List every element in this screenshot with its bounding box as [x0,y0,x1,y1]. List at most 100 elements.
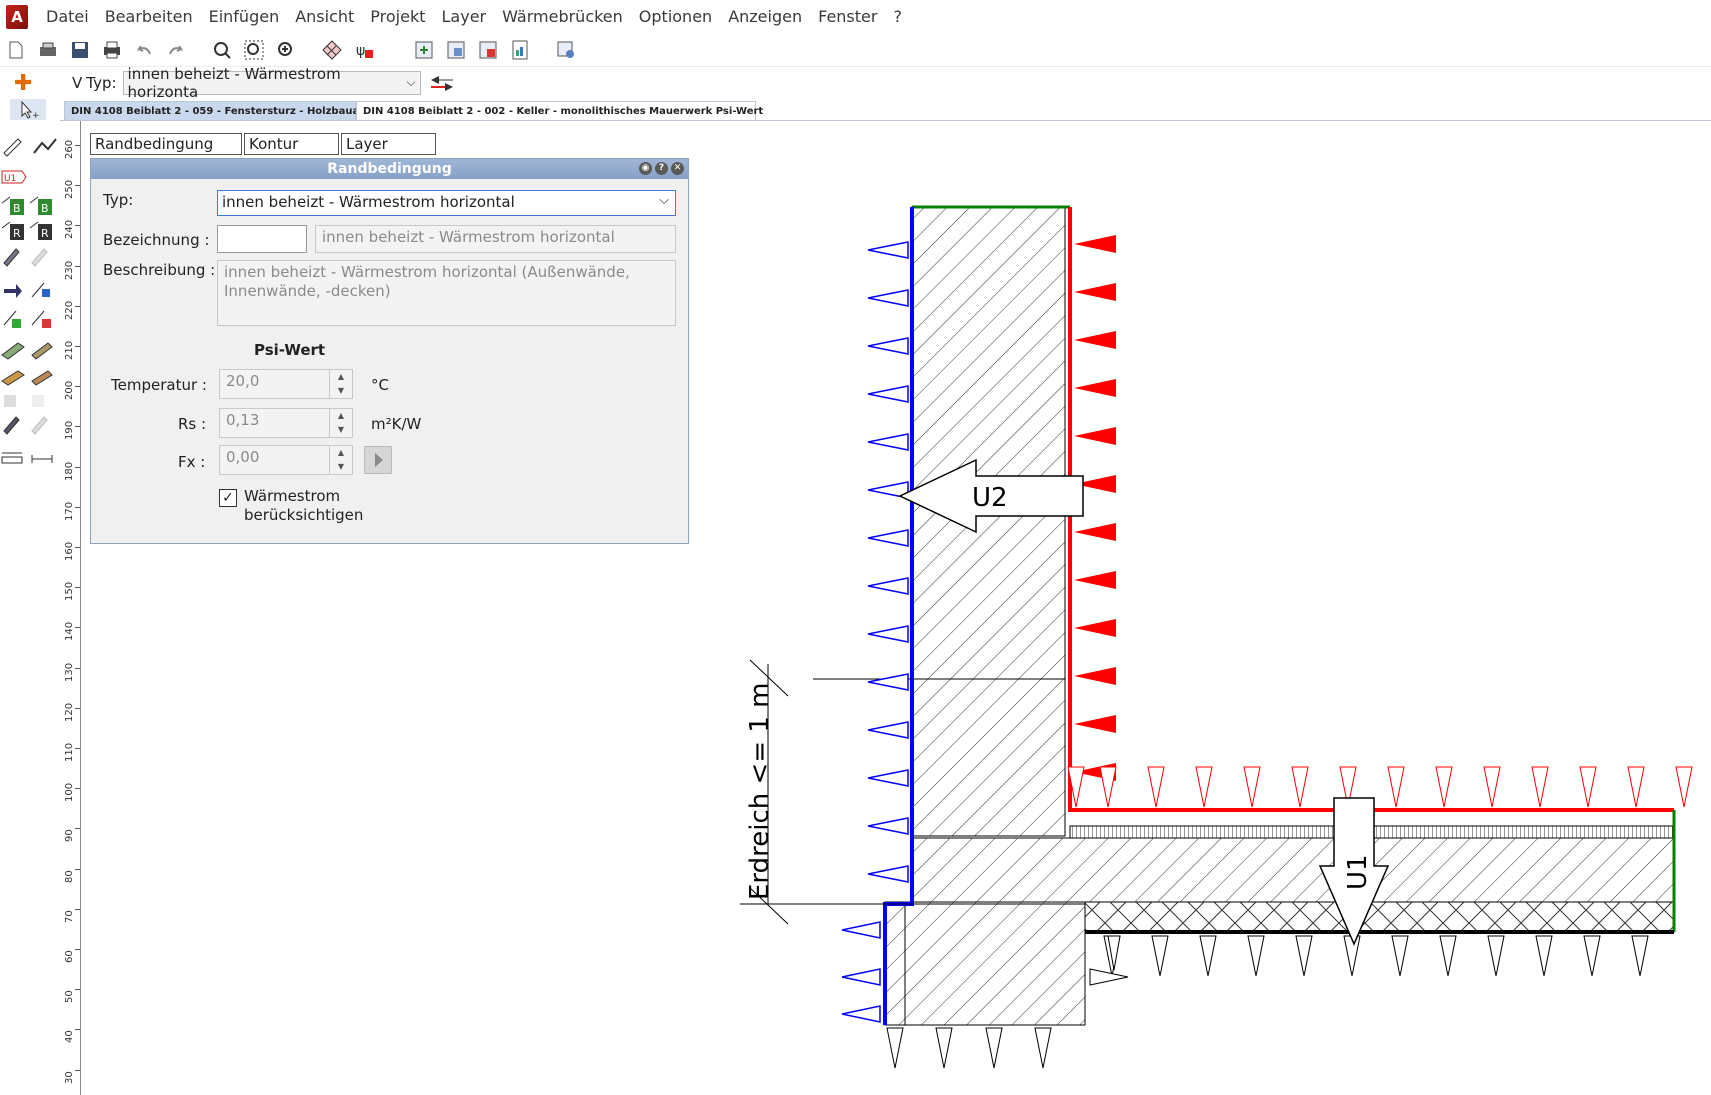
u2-label: U2 [972,483,1008,513]
inner-flux-arrow [1074,235,1116,253]
psi-wert-heading: Psi-Wert [254,341,326,359]
fx-apply-button[interactable] [364,446,392,474]
rs-unit: m²K/W [371,415,422,433]
rs-input[interactable]: 0,13 ▲ ▼ [219,408,353,438]
panel-title: Randbedingung ◉ ? ✕ [91,159,688,179]
ground-flux-arrow [1247,935,1265,977]
subtab-layer[interactable]: Layer [341,133,436,155]
bezeichnung-default: innen beheizt - Wärmestrom horizontal [315,225,676,253]
ground-flux-arrow [985,1027,1003,1069]
boundary-outer[interactable] [883,207,914,1025]
outer-flux-arrow [867,673,909,691]
ground-flux-arrow [1391,935,1409,977]
beschreibung-label: Beschreibung : [103,261,216,279]
boundary-inner[interactable] [1068,207,1674,812]
waermestrom-checkbox[interactable]: ✓ [219,489,237,507]
ground-flux-arrow [1295,935,1313,977]
spin-up-icon[interactable]: ▲ [330,370,352,384]
floor-flux-arrow [1627,766,1645,808]
rs-label: Rs : [178,415,207,433]
floor-flux-arrow [1147,766,1165,808]
floor-flux-arrow [1291,766,1309,808]
waermestrom-label: Wärmestrom berücksichtigen [244,487,364,524]
chevron-down-icon: ⌵ [659,193,669,208]
temperatur-input[interactable]: 20,0 ▲ ▼ [219,369,353,399]
floor-flux-arrow [1675,766,1693,808]
inner-flux-arrow [1074,427,1116,445]
beschreibung-text: innen beheizt - Wärmestrom horizontal (A… [217,260,676,326]
floor-flux-arrows [1067,766,1693,808]
ground-flux-arrow [1535,935,1553,977]
outer-flux-arrow [867,721,909,739]
subtab-randbedingung[interactable]: Randbedingung [90,133,242,155]
ground-flux-arrow [1343,935,1361,977]
typ-select[interactable]: innen beheizt - Wärmestrom horizontal ⌵ [217,190,676,216]
outer-flux-arrow [867,865,909,883]
outer-flux-arrow [867,337,909,355]
spin-down-icon[interactable]: ▼ [330,460,352,474]
floor-flux-arrow [1435,766,1453,808]
outer-flux-arrow [867,769,909,787]
ground-flux-arrow [935,1027,953,1069]
ground-flux-arrow [1631,935,1649,977]
ground-flux-arrow [1439,935,1457,977]
ground-flux-arrow [1089,968,1129,986]
erdreich-label: Erdreich <= 1 m [745,682,775,900]
inner-flux-arrow [1074,331,1116,349]
close-icon[interactable]: ✕ [671,162,684,175]
outer-flux-arrow [841,1005,881,1023]
outer-flux-arrow [867,817,909,835]
ground-flux-arrow [1583,935,1601,977]
inner-flux-arrow [1074,379,1116,397]
ground-flux-arrow [1199,935,1217,977]
bezeichnung-input[interactable] [217,225,307,253]
u1-label: U1 [1343,854,1373,890]
outer-flux-arrow [867,529,909,547]
panel-subtabs: Randbedingung Kontur Layer [90,133,438,155]
foundation[interactable] [904,901,1086,1026]
spin-down-icon[interactable]: ▼ [330,423,352,437]
outer-flux-arrow [841,921,881,939]
ground-flux-arrow [1151,935,1169,977]
typ-select-value: innen beheizt - Wärmestrom horizontal [222,193,515,211]
fx-input[interactable]: 0,00 ▲ ▼ [219,445,353,475]
spin-down-icon[interactable]: ▼ [330,384,352,398]
floor-slab[interactable] [911,837,1675,903]
ground-flux-arrow [886,1027,904,1069]
outer-flux-arrow [867,577,909,595]
wall-masonry[interactable] [911,206,1066,837]
outer-flux-arrow [867,433,909,451]
bezeichnung-label: Bezeichnung : [103,231,210,249]
foundation-edge [884,901,906,1026]
floor-flux-arrow [1099,766,1117,808]
ground-flux-arrow [1487,935,1505,977]
outer-flux-arrow [867,241,909,259]
outer-flux-arrow [867,625,909,643]
spin-up-icon[interactable]: ▲ [330,446,352,460]
floor-flux-arrow [1195,766,1213,808]
outer-flux-arrow [867,385,909,403]
outer-flux-arrow [841,968,881,986]
inner-flux-arrow [1074,715,1116,733]
floor-flux-arrow [1483,766,1501,808]
floor-flux-arrow [1387,766,1405,808]
outer-flux-arrow [867,289,909,307]
temperatur-label: Temperatur : [111,376,207,394]
pin-icon[interactable]: ◉ [639,162,652,175]
floor-flux-arrow [1243,766,1261,808]
floor-flux-arrow [1531,766,1549,808]
inner-flux-arrow [1074,283,1116,301]
subtab-kontur[interactable]: Kontur [244,133,339,155]
inner-flux-arrow [1074,667,1116,685]
spin-up-icon[interactable]: ▲ [330,409,352,423]
inner-flux-arrow [1074,571,1116,589]
ground-flux-arrow [1034,1027,1052,1069]
inner-flux-arrow [1074,619,1116,637]
fx-label: Fx : [178,453,206,471]
gravel-layer[interactable] [1084,901,1675,933]
randbedingung-panel: Randbedingung ◉ ? ✕ Typ: innen beheizt -… [90,158,689,544]
help-icon[interactable]: ? [655,162,668,175]
floor-flux-arrow [1579,766,1597,808]
typ-label: Typ: [103,191,134,209]
inner-flux-arrow [1074,523,1116,541]
